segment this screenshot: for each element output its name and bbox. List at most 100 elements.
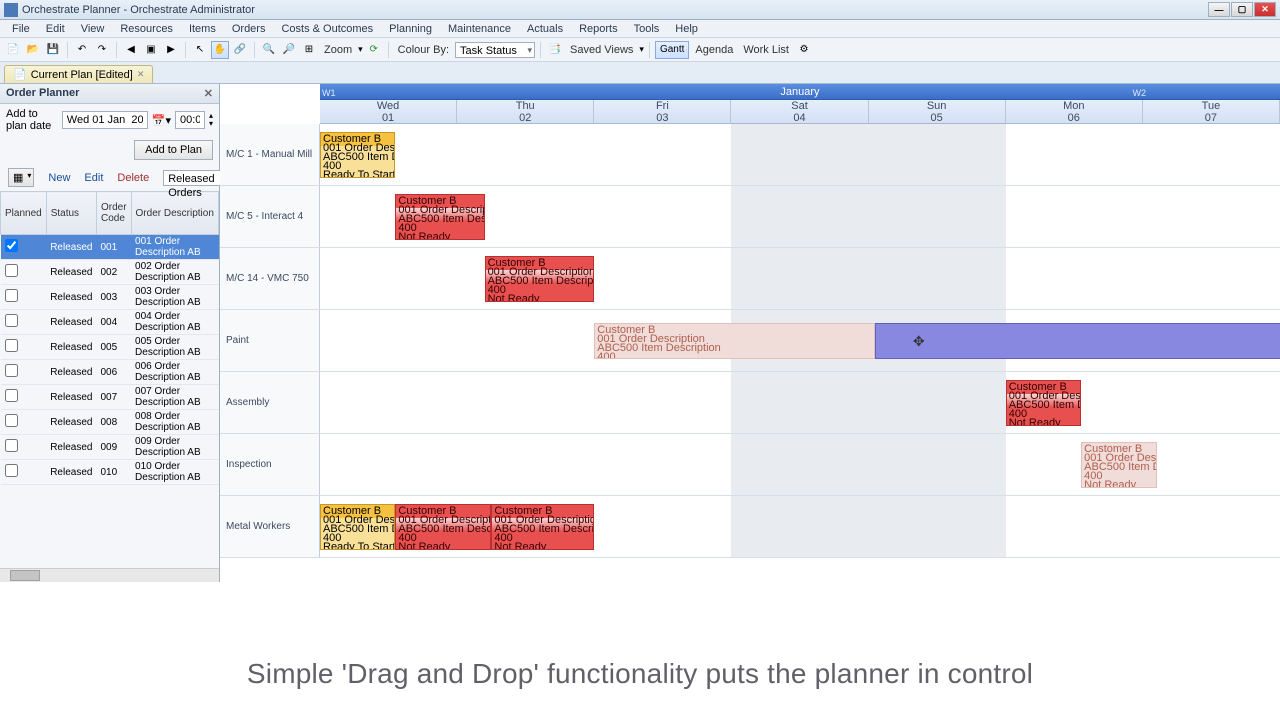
plan-time-input[interactable]	[175, 111, 205, 129]
time-spinner-icon[interactable]: ▴▾	[209, 112, 213, 128]
row-desc: 005 Order Description AB	[131, 335, 218, 360]
gantt-task[interactable]: Customer B001 Order DescriptionABC500 It…	[320, 132, 395, 178]
menu-resources[interactable]: Resources	[112, 21, 181, 37]
gantt-task[interactable]: Customer B001 Order DescriptionABC500 It…	[395, 504, 491, 550]
menu-items[interactable]: Items	[181, 21, 224, 37]
row-status: Released	[46, 235, 96, 260]
resource-label: M/C 5 - Interact 4	[220, 186, 320, 247]
menu-file[interactable]: File	[4, 21, 38, 37]
refresh-icon[interactable]: ⟳	[365, 41, 383, 59]
resource-row: Metal WorkersCustomer B001 Order Descrip…	[220, 496, 1280, 558]
table-row[interactable]: Released 006 006 Order Description AB	[1, 360, 219, 385]
next-icon[interactable]: ▶	[162, 41, 180, 59]
gantt-task[interactable]: Customer B001 Order DescriptionABC500 It…	[594, 323, 875, 359]
menu-help[interactable]: Help	[667, 21, 706, 37]
zoom-out-icon[interactable]: 🔎	[280, 41, 298, 59]
col-planned[interactable]: Planned	[1, 192, 47, 235]
redo-icon[interactable]: ↷	[93, 41, 111, 59]
cursor-icon[interactable]: ↖	[191, 41, 209, 59]
close-button[interactable]: ✕	[1254, 2, 1276, 17]
row-desc: 007 Order Description AB	[131, 385, 218, 410]
panel-close-icon[interactable]: ✕	[204, 87, 213, 100]
undo-icon[interactable]: ↶	[73, 41, 91, 59]
row-code: 003	[96, 285, 131, 310]
table-row[interactable]: Released 007 007 Order Description AB	[1, 385, 219, 410]
row-desc: 010 Order Description AB	[131, 460, 218, 485]
row-desc: 003 Order Description AB	[131, 285, 218, 310]
orders-grid[interactable]: Planned Status Order Code Order Descript…	[0, 191, 219, 568]
gantt-task[interactable]: Customer B001 Order DescriptionABC500 It…	[1081, 442, 1156, 488]
minimize-button[interactable]: —	[1208, 2, 1230, 17]
col-status[interactable]: Status	[46, 192, 96, 235]
prev-icon[interactable]: ◀	[122, 41, 140, 59]
menu-actuals[interactable]: Actuals	[519, 21, 571, 37]
panel-h-scrollbar[interactable]	[0, 568, 219, 582]
view-agenda[interactable]: Agenda	[691, 44, 737, 56]
config-icon[interactable]: ⚙	[795, 41, 813, 59]
hand-icon[interactable]: ✋	[211, 41, 229, 59]
view-gantt[interactable]: Gantt	[655, 41, 689, 59]
calendar-icon[interactable]: 📅▾	[152, 114, 171, 127]
table-row[interactable]: Released 004 004 Order Description AB	[1, 310, 219, 335]
menu-orders[interactable]: Orders	[224, 21, 274, 37]
table-row[interactable]: Released 002 002 Order Description AB	[1, 260, 219, 285]
save-icon[interactable]: 💾	[44, 41, 62, 59]
col-code[interactable]: Order Code	[96, 192, 131, 235]
menu-reports[interactable]: Reports	[571, 21, 626, 37]
view-worklist[interactable]: Work List	[739, 44, 793, 56]
zoom-label: Zoom	[320, 44, 356, 56]
row-checkbox[interactable]	[5, 239, 18, 252]
row-checkbox[interactable]	[5, 414, 18, 427]
gantt-task[interactable]: Customer B001 Order DescriptionABC500 It…	[485, 256, 595, 302]
gantt-task[interactable]: Customer B001 Order DescriptionABC500 It…	[320, 504, 395, 550]
new-doc-icon[interactable]: 📄	[4, 41, 22, 59]
menu-view[interactable]: View	[73, 21, 113, 37]
tab-label: Current Plan [Edited]	[31, 69, 133, 81]
maximize-button[interactable]: ▢	[1231, 2, 1253, 17]
today-icon[interactable]: ▣	[142, 41, 160, 59]
menu-edit[interactable]: Edit	[38, 21, 73, 37]
resource-label: Metal Workers	[220, 496, 320, 557]
row-code: 004	[96, 310, 131, 335]
gantt-task[interactable]: Customer B001 Order DescriptionABC500 It…	[1006, 380, 1081, 426]
day-header: Thu02	[457, 100, 594, 123]
row-checkbox[interactable]	[5, 264, 18, 277]
zoom-in-icon[interactable]: 🔍	[260, 41, 278, 59]
row-checkbox[interactable]	[5, 364, 18, 377]
menu-maintenance[interactable]: Maintenance	[440, 21, 519, 37]
table-row[interactable]: Released 009 009 Order Description AB	[1, 435, 219, 460]
menu-costs[interactable]: Costs & Outcomes	[273, 21, 381, 37]
table-row[interactable]: Released 010 010 Order Description AB	[1, 460, 219, 485]
gantt-task[interactable]: Customer B001 Order DescriptionABC500 It…	[395, 194, 484, 240]
edit-link[interactable]: Edit	[84, 172, 103, 184]
plan-date-input[interactable]	[62, 111, 148, 129]
table-row[interactable]: Released 001 001 Order Description AB	[1, 235, 219, 260]
new-link[interactable]: New	[48, 172, 70, 184]
row-checkbox[interactable]	[5, 389, 18, 402]
row-status: Released	[46, 310, 96, 335]
colourby-combo[interactable]: Task Status	[455, 42, 535, 58]
menu-tools[interactable]: Tools	[626, 21, 668, 37]
open-icon[interactable]: 📂	[24, 41, 42, 59]
gantt-task[interactable]: Customer B001 Order DescriptionABC500 It…	[491, 504, 594, 550]
delete-link[interactable]: Delete	[117, 172, 149, 184]
table-row[interactable]: Released 003 003 Order Description AB	[1, 285, 219, 310]
table-row[interactable]: Released 008 008 Order Description AB	[1, 410, 219, 435]
tab-current-plan[interactable]: 📄 Current Plan [Edited] ✕	[4, 65, 153, 83]
row-checkbox[interactable]	[5, 464, 18, 477]
savedviews-icon[interactable]: 📑	[546, 41, 564, 59]
zoom-fit-icon[interactable]: ⊞	[300, 41, 318, 59]
week1-label: W1	[322, 85, 336, 101]
gantt-task[interactable]	[875, 323, 1280, 359]
menu-planning[interactable]: Planning	[381, 21, 440, 37]
tab-close-icon[interactable]: ✕	[137, 69, 145, 80]
gantt-chart[interactable]: W1 January W2 Wed01Thu02Fri03Sat04Sun05M…	[220, 84, 1280, 582]
row-checkbox[interactable]	[5, 339, 18, 352]
add-to-plan-button[interactable]: Add to Plan	[134, 140, 213, 160]
row-checkbox[interactable]	[5, 289, 18, 302]
table-row[interactable]: Released 005 005 Order Description AB	[1, 335, 219, 360]
link-icon[interactable]: 🔗	[231, 41, 249, 59]
grid-menu-icon[interactable]: ▦▾	[8, 168, 34, 187]
row-checkbox[interactable]	[5, 314, 18, 327]
row-checkbox[interactable]	[5, 439, 18, 452]
